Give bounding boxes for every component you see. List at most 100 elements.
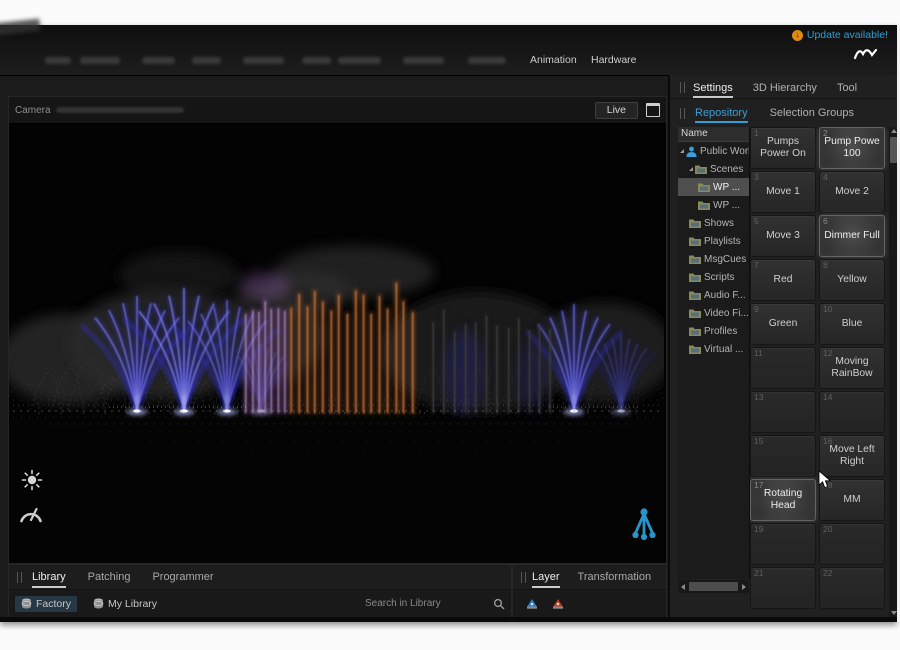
folder-icon: [689, 218, 701, 228]
tab-transformation[interactable]: Transformation: [578, 571, 652, 583]
button-number: 9: [754, 305, 759, 315]
expand-arrow-icon[interactable]: [689, 167, 693, 171]
folder-icon: [689, 326, 701, 336]
button-number: 10: [823, 305, 832, 315]
selection-group-button-6[interactable]: 6Dimmer Full: [819, 215, 885, 257]
tab-selection-groups[interactable]: Selection Groups: [770, 107, 854, 119]
selection-group-button-7[interactable]: 7Red: [750, 259, 816, 301]
tree-item-label: Scripts: [704, 272, 735, 283]
maximize-icon[interactable]: [646, 103, 660, 117]
menu-item-illegible[interactable]: [302, 57, 331, 64]
tab-3d-hierarchy[interactable]: 3D Hierarchy: [753, 82, 817, 94]
app-window: Animation Hardware ↓ Update available! Ca…: [0, 25, 897, 622]
panel-drag-handle[interactable]: [521, 572, 526, 583]
layer-red-fixture-icon[interactable]: [551, 597, 565, 610]
menu-item-animation[interactable]: Animation: [530, 49, 577, 71]
tab-layer[interactable]: Layer: [532, 571, 560, 583]
tree-item-playlists[interactable]: Playlists: [678, 232, 749, 250]
menu-item-illegible[interactable]: [338, 57, 381, 64]
button-label: Dimmer Full: [824, 230, 880, 242]
scroll-down-icon[interactable]: [891, 611, 897, 615]
tab-repository[interactable]: Repository: [695, 107, 748, 119]
scrollbar-thumb[interactable]: [689, 582, 738, 591]
tab-tool[interactable]: Tool: [837, 82, 857, 94]
menu-item-illegible[interactable]: [142, 57, 175, 64]
tree-item-virtual[interactable]: Virtual ...: [678, 340, 749, 358]
layer-blue-fixture-icon[interactable]: [525, 597, 539, 610]
selection-group-button-10[interactable]: 10Blue: [819, 303, 885, 345]
selection-group-button-1[interactable]: 1Pumps Power On: [750, 127, 816, 169]
selection-group-button-22[interactable]: 22: [819, 567, 885, 609]
tab-settings[interactable]: Settings: [693, 82, 733, 94]
button-number: 22: [823, 569, 832, 579]
source-my-library[interactable]: My Library: [87, 596, 163, 612]
brightness-sun-icon[interactable]: [21, 469, 43, 496]
update-download-icon: ↓: [792, 30, 803, 41]
tree-horizontal-scrollbar[interactable]: [678, 580, 749, 593]
panel-drag-handle[interactable]: [17, 572, 22, 583]
selection-group-button-16[interactable]: 16Move Left Right: [819, 435, 885, 477]
node-tree-icon[interactable]: [631, 506, 657, 549]
selection-group-button-3[interactable]: 3Move 1: [750, 171, 816, 213]
selection-group-button-14[interactable]: 14: [819, 391, 885, 433]
selection-group-button-18[interactable]: 18MM: [819, 479, 885, 521]
selection-group-button-8[interactable]: 8Yellow: [819, 259, 885, 301]
scroll-right-icon[interactable]: [739, 580, 749, 593]
selection-group-button-9[interactable]: 9Green: [750, 303, 816, 345]
selection-group-button-5[interactable]: 5Move 3: [750, 215, 816, 257]
selection-group-button-15[interactable]: 15: [750, 435, 816, 477]
tree-item-profiles[interactable]: Profiles: [678, 322, 749, 340]
tree-item-wp[interactable]: WP ...: [678, 178, 749, 196]
menu-item-illegible[interactable]: [468, 57, 506, 64]
speed-gauge-icon[interactable]: [18, 502, 44, 529]
selection-group-button-12[interactable]: 12Moving RainBow: [819, 347, 885, 389]
tab-library[interactable]: Library: [32, 571, 66, 583]
menu-item-hardware[interactable]: Hardware: [591, 49, 637, 71]
camera-label: Camera: [15, 105, 184, 116]
selection-group-button-4[interactable]: 4Move 2: [819, 171, 885, 213]
search-input[interactable]: [363, 597, 485, 610]
tree-item-msgcues[interactable]: MsgCues: [678, 250, 749, 268]
menu-item-illegible[interactable]: [403, 57, 444, 64]
tree-header-name[interactable]: Name: [678, 127, 749, 142]
tree-item-wp[interactable]: WP ...: [678, 196, 749, 214]
scroll-left-icon[interactable]: [678, 580, 688, 593]
menu-item-illegible[interactable]: [80, 57, 120, 64]
tree-item-label: WP ...: [713, 182, 740, 193]
panel-drag-handle[interactable]: [680, 108, 685, 119]
tree-item-label: Video Fi...: [704, 308, 749, 319]
selection-group-button-19[interactable]: 19: [750, 523, 816, 565]
viewport-3d-view[interactable]: [9, 124, 666, 563]
folder-icon: [689, 308, 701, 318]
live-button[interactable]: Live: [595, 102, 638, 119]
tree-item-scripts[interactable]: Scripts: [678, 268, 749, 286]
tab-patching[interactable]: Patching: [88, 571, 131, 583]
screen: Animation Hardware ↓ Update available! Ca…: [0, 0, 900, 650]
tree-item-shows[interactable]: Shows: [678, 214, 749, 232]
selection-group-button-2[interactable]: 2Pump Powe 100: [819, 127, 885, 169]
tab-programmer[interactable]: Programmer: [152, 571, 213, 583]
selection-group-button-21[interactable]: 21: [750, 567, 816, 609]
camera-label-illegible: [56, 107, 184, 113]
button-number: 11: [754, 349, 763, 359]
selection-group-button-17[interactable]: 17Rotating Head: [750, 479, 816, 521]
library-panel: Library Patching Programmer Factory: [8, 564, 512, 620]
tree-item-video-fi[interactable]: Video Fi...: [678, 304, 749, 322]
tree-item-public-work[interactable]: Public Work...: [678, 142, 749, 160]
tree-item-audio-f[interactable]: Audio F...: [678, 286, 749, 304]
update-notice[interactable]: ↓ Update available!: [792, 29, 888, 41]
selection-group-button-20[interactable]: 20: [819, 523, 885, 565]
tree-item-scenes[interactable]: Scenes: [678, 160, 749, 178]
menu-item-illegible[interactable]: [243, 57, 284, 64]
panel-drag-handle[interactable]: [680, 82, 685, 93]
button-label: Move 3: [766, 230, 800, 242]
expand-arrow-icon[interactable]: [680, 149, 684, 153]
scrollbar-thumb[interactable]: [890, 137, 897, 163]
selection-group-button-11[interactable]: 11: [750, 347, 816, 389]
search-icon: [493, 598, 505, 610]
selection-group-button-13[interactable]: 13: [750, 391, 816, 433]
source-factory[interactable]: Factory: [15, 596, 77, 612]
menu-item-illegible[interactable]: [45, 57, 71, 64]
menu-item-illegible[interactable]: [192, 57, 221, 64]
scroll-up-icon[interactable]: [891, 129, 897, 133]
